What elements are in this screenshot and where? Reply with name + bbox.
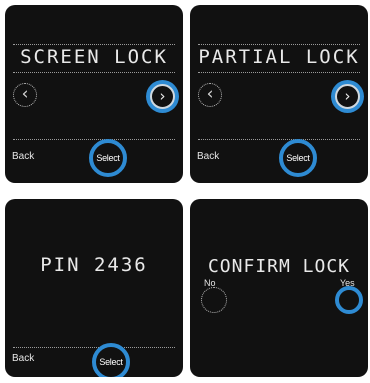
screen-lock-panel: SCREEN LOCK ‹ › Back Select: [5, 5, 183, 183]
divider: [13, 44, 175, 45]
back-button[interactable]: Back: [12, 353, 34, 364]
select-button[interactable]: Select: [279, 139, 317, 177]
screen-title: SCREEN LOCK: [20, 46, 168, 68]
no-button[interactable]: [201, 287, 227, 313]
screen-title: CONFIRM LOCK: [207, 256, 351, 277]
chevron-left-icon[interactable]: ‹: [198, 83, 222, 107]
chevron-left-icon[interactable]: ‹: [13, 83, 37, 107]
divider: [198, 44, 360, 45]
yes-button[interactable]: [335, 286, 363, 314]
confirm-lock-panel: CONFIRM LOCK No Yes: [190, 199, 368, 377]
chevron-right-icon[interactable]: ›: [150, 84, 175, 109]
back-button[interactable]: Back: [12, 151, 34, 162]
select-button[interactable]: Select: [92, 343, 130, 377]
back-button[interactable]: Back: [197, 151, 219, 162]
pin-panel: PIN 2436 Back Select: [5, 199, 183, 377]
divider: [13, 72, 175, 73]
pin-display: PIN 2436: [40, 254, 148, 276]
divider: [13, 139, 175, 140]
partial-lock-panel: PARTIAL LOCK ‹ › Back Select: [190, 5, 368, 183]
screen-title: PARTIAL LOCK: [198, 46, 360, 68]
select-button[interactable]: Select: [89, 139, 127, 177]
divider: [198, 139, 360, 140]
chevron-right-icon[interactable]: ›: [335, 84, 360, 109]
divider: [198, 72, 360, 73]
divider: [13, 347, 175, 348]
